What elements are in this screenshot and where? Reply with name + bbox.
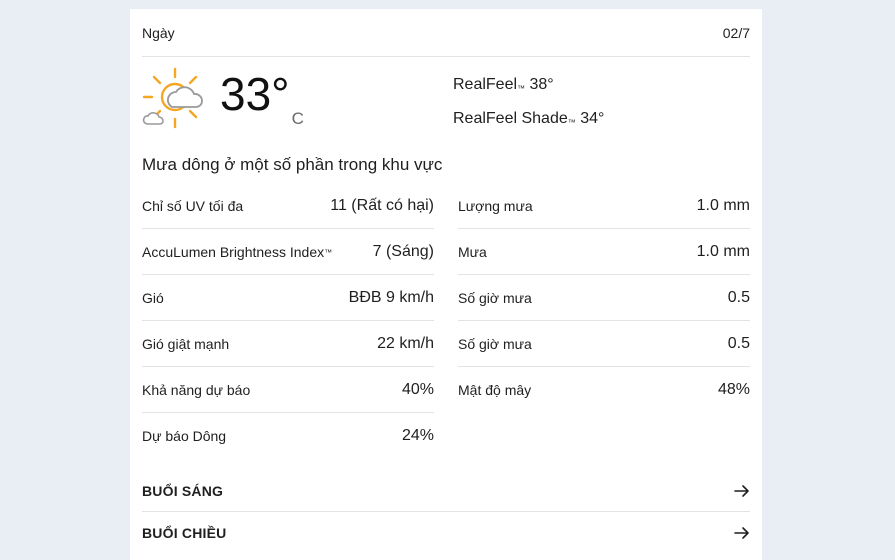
detail-label: Dự báo Dông (142, 427, 227, 444)
partly-sunny-clouds-icon (142, 67, 203, 129)
detail-row-thunderstorm: Dự báo Dông 24% (142, 413, 434, 458)
trademark-mark: ™ (324, 247, 333, 257)
detail-label: Lượng mưa (458, 197, 533, 214)
temperature: 33° C (220, 69, 304, 144)
realfeel-shade-label: RealFeel Shade (453, 110, 568, 127)
day-title: Ngày (142, 24, 175, 41)
detail-value: 1.0 mm (696, 196, 750, 214)
realfeel-label: RealFeel (453, 76, 518, 93)
details-panel: Chỉ số UV tối đa 11 (Rất có hại) AccuLum… (142, 183, 750, 458)
current-conditions: 33° C RealFeel™ 38° RealFeel Shade™ 34° (142, 57, 750, 151)
detail-label-text: AccuLumen Brightness Index (142, 243, 325, 260)
temperature-value: 33° (220, 68, 290, 120)
day-sections: BUỔI SÁNG BUỔI CHIỀU (142, 470, 750, 553)
realfeel-shade: RealFeel Shade™ 34° (453, 102, 604, 136)
detail-row-probability: Khả năng dự báo 40% (142, 367, 434, 413)
detail-label: Số giờ mưa (458, 335, 532, 352)
detail-value: 7 (Sáng) (372, 242, 434, 260)
detail-row-gusts: Gió giật mạnh 22 km/h (142, 321, 434, 367)
detail-label: Gió (142, 289, 164, 306)
detail-value: 48% (717, 380, 750, 398)
detail-row-uv: Chỉ số UV tối đa 11 (Rất có hại) (142, 183, 434, 229)
detail-label: Mưa (458, 243, 487, 260)
detail-value: 0.5 (727, 288, 750, 306)
realfeel-value: 38° (529, 76, 554, 93)
detail-label: Mật độ mây (458, 381, 532, 398)
arrow-right-icon (734, 484, 749, 497)
detail-value: 11 (Rất có hại) (330, 196, 434, 214)
trademark-mark: ™ (567, 118, 576, 127)
date-label: 02/7 (722, 24, 750, 41)
section-afternoon-link[interactable]: BUỔI CHIỀU (142, 511, 750, 553)
details-right-column: Lượng mưa 1.0 mm Mưa 1.0 mm Số giờ mưa 0… (458, 183, 750, 458)
section-label: BUỔI SÁNG (142, 482, 224, 499)
detail-label: Khả năng dự báo (142, 381, 251, 398)
detail-value: 0.5 (727, 334, 750, 352)
trademark-mark: ™ (517, 84, 526, 93)
detail-label: AccuLumen Brightness Index™ (142, 244, 332, 260)
detail-label: Gió giật mạnh (142, 335, 230, 352)
section-label: BUỔI CHIỀU (142, 524, 227, 541)
weather-phrase: Mưa dông ở một số phần trong khu vực (142, 155, 443, 174)
detail-label: Số giờ mưa (458, 289, 532, 306)
card-header: Ngày 02/7 (142, 9, 750, 57)
arrow-right-icon (734, 526, 749, 539)
detail-row-hours-rain: Số giờ mưa 0.5 (458, 321, 750, 367)
detail-value: 40% (401, 380, 434, 398)
temperature-unit: C (291, 109, 304, 128)
detail-value: 1.0 mm (696, 242, 750, 260)
realfeel-block: RealFeel™ 38° RealFeel Shade™ 34° (453, 68, 604, 136)
detail-row-rain: Mưa 1.0 mm (458, 229, 750, 275)
realfeel-shade-value: 34° (580, 110, 605, 127)
details-left-column: Chỉ số UV tối đa 11 (Rất có hại) AccuLum… (142, 183, 434, 458)
detail-value: 24% (401, 426, 434, 444)
detail-row-brightness: AccuLumen Brightness Index™ 7 (Sáng) (142, 229, 434, 275)
detail-row-hours-precip: Số giờ mưa 0.5 (458, 275, 750, 321)
detail-row-wind: Gió BĐB 9 km/h (142, 275, 434, 321)
detail-label: Chỉ số UV tối đa (142, 197, 244, 214)
realfeel: RealFeel™ 38° (453, 68, 604, 102)
daily-forecast-card: Ngày 02/7 33° C RealFeel™ 38° RealFeel S… (130, 9, 762, 560)
detail-row-precipitation: Lượng mưa 1.0 mm (458, 183, 750, 229)
detail-value: 22 km/h (377, 334, 434, 352)
detail-value: BĐB 9 km/h (348, 288, 434, 306)
detail-row-cloud-cover: Mật độ mây 48% (458, 367, 750, 412)
section-morning-link[interactable]: BUỔI SÁNG (142, 470, 750, 511)
